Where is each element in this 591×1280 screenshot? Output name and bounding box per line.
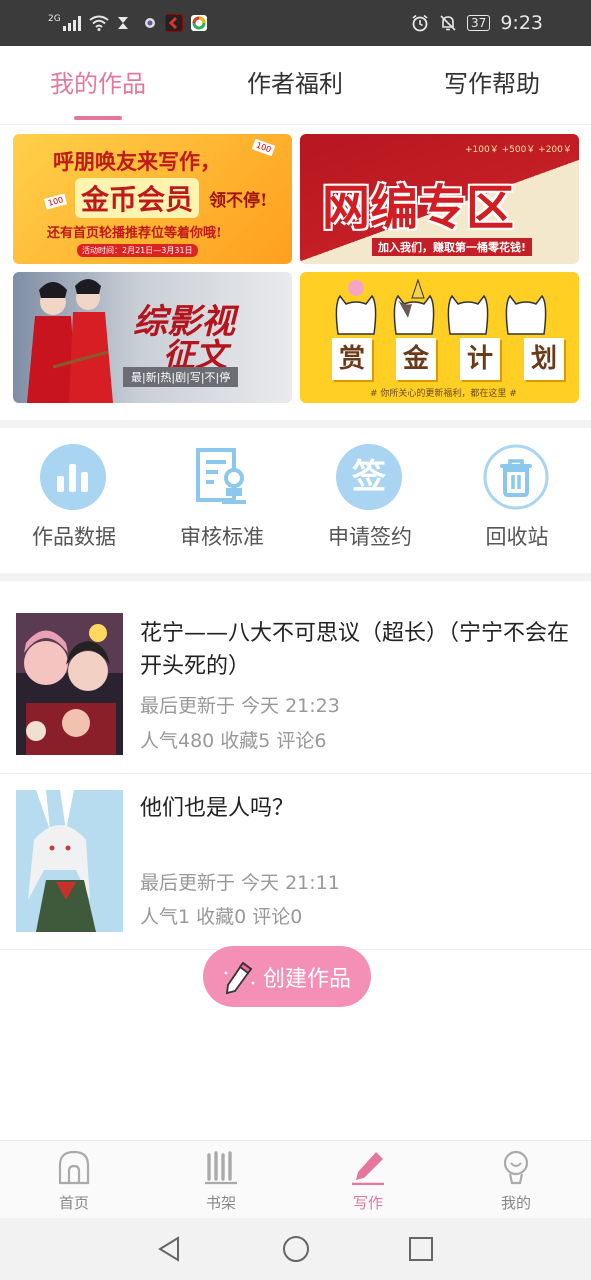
banner-invite-friends[interactable]: 呼朋唤友来写作， 金币会员 领不停! 还有首页轮播推荐位等着你哦! 活动时间：2… [13, 134, 292, 264]
bottom-nav: 首页 书架 写作 我的 [0, 1140, 591, 1219]
nav-label: 首页 [58, 1194, 89, 1212]
nav-bookshelf[interactable]: 书架 [161, 1141, 281, 1219]
top-tabs: 我的作品 作者福利 写作帮助 [0, 46, 591, 125]
bounty-char: 金 [396, 338, 436, 380]
alarm-icon [412, 14, 428, 32]
home-icon [58, 1150, 90, 1185]
banner-text: 金币会员 [75, 178, 200, 218]
work-item[interactable]: 他们也是人吗？ 最后更新于 今天 21:11 人气1 收藏0 评论0 [0, 774, 591, 950]
banner-title: 网编专区 [322, 180, 515, 236]
recycle-bin-button[interactable]: 回收站 [443, 444, 591, 554]
work-title: 他们也是人吗？ [140, 796, 295, 821]
banner-text: 呼朋唤友来写作， [53, 149, 221, 174]
work-cover-image [16, 790, 123, 932]
banner-prices: +100￥ +500￥ +200￥ [465, 145, 572, 155]
back-icon[interactable] [154, 1234, 184, 1264]
mute-icon [440, 15, 456, 31]
sign-icon: 签 [336, 444, 402, 510]
work-updated: 最后更新于 今天 21:11 [140, 872, 340, 894]
trash-icon [483, 444, 549, 510]
nav-label: 我的 [500, 1194, 531, 1212]
quick-action-label: 回收站 [485, 525, 549, 549]
tab-author-benefits[interactable]: 作者福利 [205, 46, 385, 124]
bounty-char: 计 [460, 338, 500, 380]
recents-icon[interactable] [406, 1234, 436, 1264]
tab-indicator [74, 116, 122, 120]
work-stats: 人气480 收藏5 评论6 [140, 730, 327, 752]
document-stamp-icon [196, 448, 246, 504]
banner-sub: 最|新|热|剧|写|不|停 [123, 367, 239, 387]
bookshelf-icon [205, 1151, 237, 1185]
pen-icon [352, 1152, 384, 1185]
create-work-button[interactable]: 创建作品 [203, 946, 371, 1007]
cats-illustration [335, 278, 547, 335]
work-item[interactable]: 花宁——八大不可思议（超长）（宁宁不会在开头死的） 最后更新于 今天 21:23… [0, 595, 591, 774]
banner-text: 领不停! [209, 191, 268, 211]
nav-home[interactable]: 首页 [14, 1141, 134, 1219]
wifi-icon [89, 15, 109, 31]
hourglass-icon [117, 17, 128, 29]
bounty-chars: 赏 金 计 划 [332, 338, 564, 380]
review-standards-button[interactable]: 审核标准 [148, 444, 296, 554]
nav-write[interactable]: 写作 [308, 1141, 428, 1219]
tab-my-works[interactable]: 我的作品 [8, 46, 188, 124]
pencil-icon [224, 961, 255, 994]
coin-tag: 100 [43, 193, 68, 210]
characters-illustration [27, 279, 113, 403]
banner-sub: 加入我们，赚取第一桶零花钱! [372, 238, 533, 256]
quick-action-label: 申请签约 [328, 525, 412, 549]
battery-icon: 37 [467, 15, 491, 31]
app-icon [190, 15, 207, 31]
banner-editor-zone[interactable]: +100￥ +500￥ +200￥ 网编专区 加入我们，赚取第一桶零花钱! [300, 134, 579, 264]
nav-profile[interactable]: 我的 [456, 1141, 576, 1219]
coin-tag: 100 [251, 138, 276, 157]
section-divider [0, 420, 591, 428]
app-icon [164, 14, 183, 32]
tab-writing-help[interactable]: 写作帮助 [402, 46, 582, 124]
works-data-button[interactable]: 作品数据 [0, 444, 148, 554]
banner-bounty-plan[interactable]: 赏 金 计 划 # 你所关心的更新福利，都在这里 # [300, 272, 579, 403]
profile-icon [503, 1150, 529, 1185]
quick-action-label: 作品数据 [32, 525, 116, 549]
banner-text: 还有首页轮播推荐位等着你哦! [47, 226, 222, 241]
status-bar: 2G 37 9:23 [0, 0, 591, 46]
nav-label: 书架 [205, 1194, 236, 1212]
bounty-char: 划 [524, 338, 564, 380]
banner-tv-drama[interactable]: 综影视 征文 最|新|热|剧|写|不|停 [13, 272, 292, 403]
network-label: 2G [48, 14, 61, 24]
app-icon [144, 18, 155, 28]
apply-contract-button[interactable]: 签 申请签约 [296, 444, 444, 554]
work-stats: 人气1 收藏0 评论0 [140, 906, 303, 928]
work-updated: 最后更新于 今天 21:23 [140, 695, 340, 717]
create-work-label: 创建作品 [262, 966, 351, 992]
system-nav-bar [0, 1218, 591, 1280]
bounty-char: 赏 [332, 338, 372, 380]
work-cover-image [16, 613, 123, 755]
signal-icon [62, 15, 81, 31]
bar-chart-icon [40, 444, 106, 510]
quick-action-label: 审核标准 [180, 525, 264, 549]
banner-sub: # 你所关心的更新福利，都在这里 # [370, 389, 517, 399]
work-title: 花宁——八大不可思议（超长）（宁宁不会在开头死的） [140, 621, 570, 679]
clock: 9:23 [500, 12, 543, 34]
section-divider [0, 573, 591, 581]
sign-icon-text: 签 [352, 457, 386, 497]
banner-date: 活动时间：2月21日—3月31日 [77, 244, 198, 257]
nav-label: 写作 [352, 1194, 383, 1212]
home-button-icon[interactable] [281, 1234, 311, 1264]
